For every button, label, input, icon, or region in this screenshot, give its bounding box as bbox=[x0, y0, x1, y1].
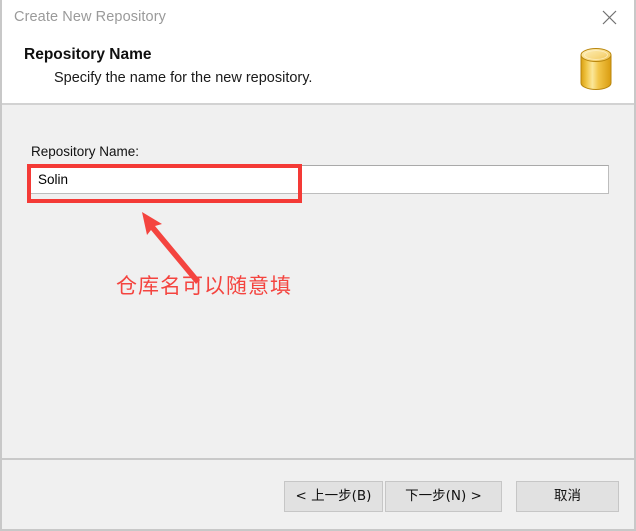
back-button[interactable]: < 上一步(B) bbox=[284, 481, 383, 512]
dialog-header: Repository Name Specify the name for the… bbox=[2, 33, 634, 105]
repository-name-label: Repository Name: bbox=[31, 144, 140, 159]
title-bar: Create New Repository bbox=[2, 0, 634, 33]
database-cylinder-icon bbox=[576, 46, 616, 92]
dialog-body: Repository Name: 仓库名可以随意填 bbox=[2, 105, 634, 458]
annotation-note: 仓库名可以随意填 bbox=[116, 274, 292, 298]
page-title: Repository Name bbox=[24, 46, 152, 63]
next-button[interactable]: 下一步(N) > bbox=[385, 481, 502, 512]
window-title: Create New Repository bbox=[14, 8, 166, 25]
page-subtitle: Specify the name for the new repository. bbox=[54, 70, 313, 86]
create-new-repository-dialog: Create New Repository Repository Name Sp… bbox=[0, 0, 636, 531]
close-icon[interactable] bbox=[592, 2, 626, 32]
cancel-button[interactable]: 取消 bbox=[516, 481, 619, 512]
dialog-footer: < 上一步(B) 下一步(N) > 取消 bbox=[2, 458, 634, 529]
repository-name-input[interactable] bbox=[28, 165, 609, 194]
